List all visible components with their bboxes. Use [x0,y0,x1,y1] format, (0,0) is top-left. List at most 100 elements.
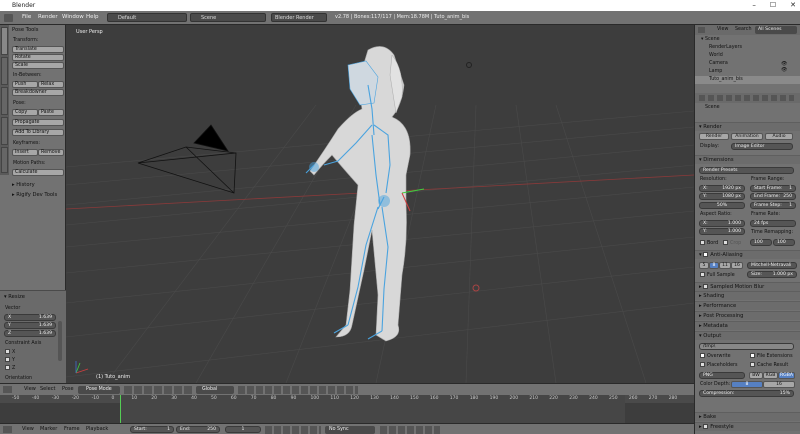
push-button[interactable]: Push [12,81,38,88]
border-checkbox[interactable]: Bord [700,240,718,246]
display-selector[interactable]: Image Editor [731,143,793,150]
end-field[interactable]: End: 250 [176,426,220,433]
editor-type-icon[interactable] [3,386,12,393]
layout-selector[interactable]: Default [107,13,187,22]
aa-filter-selector[interactable]: Mitchell-Netravali [747,262,797,269]
select-menu[interactable]: Select [40,386,55,392]
close-button[interactable]: ✕ [790,0,796,11]
output-path-field[interactable]: /tmp\ [699,343,794,350]
menu-help[interactable]: Help [86,14,99,20]
file-extensions-checkbox[interactable]: File Extensions [750,353,793,359]
playback-controls[interactable] [265,426,321,434]
aa-11-button[interactable]: 11 [719,262,731,269]
render-button[interactable]: Render [699,133,729,140]
view-menu[interactable]: View [24,386,36,392]
timeline-view-menu[interactable]: View [22,426,34,432]
motion-blur-panel-header[interactable]: ▸ Sampled Motion Blur [695,282,800,291]
render-presets-selector[interactable]: Render Presets [699,167,794,174]
start-field[interactable]: Start: 1 [130,426,174,433]
orientation-selector[interactable]: Global [196,386,234,394]
resize-header[interactable]: ▾ Resize [4,294,25,300]
bw-button[interactable]: BW [749,372,763,379]
output-panel-header[interactable]: ▾ Output [695,331,800,340]
shading-panel-header[interactable]: ▸ Shading [695,291,800,300]
outliner-item-scene[interactable]: ▾ Scene [695,36,800,44]
time-remap-new-field[interactable]: 100 [773,239,795,246]
overwrite-checkbox[interactable]: Overwrite [700,353,731,359]
audio-button[interactable]: Audio [765,133,793,140]
add-to-library-button[interactable]: Add To Library [12,129,64,136]
cache-result-checkbox[interactable]: Cache Result [750,362,788,368]
keying-icons[interactable] [380,426,440,434]
scale-button[interactable]: Scale [12,62,64,69]
maximize-button[interactable]: ☐ [770,0,776,11]
timeline[interactable]: -50 -40 -30 -20 -10 0 10 20 30 40 50 60 70 80 90 100 110… [0,395,694,423]
crop-checkbox[interactable]: Crop [723,240,741,246]
pose-menu[interactable]: Pose [62,386,74,392]
current-frame-field[interactable]: 1 [225,426,261,433]
insert-keyframe-button[interactable]: Insert [12,149,38,156]
frame-step-field[interactable]: Frame Step: 1 [750,202,796,209]
pose-tools-header[interactable]: Pose Tools [12,27,38,33]
outliner-item-renderlayers[interactable]: RenderLayers [695,44,800,52]
breakdowner-button[interactable]: Breakdowner [12,89,64,96]
aa-8-button[interactable]: 8 [709,262,719,269]
visibility-eye-icon[interactable]: 👁 👁 [781,61,797,83]
freestyle-panel-header[interactable]: ▸ Freestyle [695,422,800,431]
sync-selector[interactable]: No Sync [325,426,375,434]
metadata-panel-header[interactable]: ▸ Metadata [695,321,800,330]
calculate-button[interactable]: Calculate [12,169,64,176]
depth-16-button[interactable]: 16 [763,381,795,388]
render-panel-header[interactable]: ▾ Render [695,122,800,131]
outliner-item-world[interactable]: World [695,52,800,60]
aspect-y-field[interactable]: Y: 1.000 [699,228,745,235]
anti-aliasing-panel-header[interactable]: ▾ Anti-Aliasing [695,250,800,259]
relax-button[interactable]: Relax [38,81,64,88]
aa-5-button[interactable]: 5 [699,262,709,269]
aa-16-button[interactable]: 16 [731,262,743,269]
post-processing-panel-header[interactable]: ▸ Post Processing [695,311,800,320]
vector-x-field[interactable]: X 1.639 [4,314,56,321]
editor-type-icon[interactable] [3,426,12,433]
resolution-y-field[interactable]: Y: 1080 px [699,193,745,200]
outliner-view-menu[interactable]: View [717,27,728,32]
end-frame-field[interactable]: End Frame: 250 [750,193,796,200]
vector-z-field[interactable]: Z 1.639 [4,330,56,337]
3d-viewport[interactable]: User Persp (1) Tuto_anim [66,25,694,383]
timeline-frame-menu[interactable]: Frame [64,426,80,432]
tab-create[interactable] [1,57,8,85]
aa-size-field[interactable]: Size: 1.000 px [747,271,797,278]
file-format-selector[interactable]: PNG [699,372,745,379]
copy-pose-button[interactable]: Copy [12,109,38,116]
timeline-playback-menu[interactable]: Playback [86,426,108,432]
tab-relations[interactable] [1,87,8,115]
constraint-y[interactable]: Y [5,357,15,363]
scene-selector[interactable]: Scene [190,13,266,22]
shading-and-pivot-icons[interactable] [124,386,194,394]
menu-window[interactable]: Window [62,14,84,20]
frame-rate-selector[interactable]: 24 fps [750,220,796,227]
panel-scrollbar[interactable] [58,321,62,361]
bake-panel-header[interactable]: ▸ Bake [695,412,800,421]
constraint-x[interactable]: X [5,349,15,355]
resolution-x-field[interactable]: X: 1920 px [699,185,745,192]
translate-button[interactable]: Translate [12,46,64,53]
rgb-button[interactable]: RGB [763,372,778,379]
performance-panel-header[interactable]: ▸ Performance [695,301,800,310]
full-sample-checkbox[interactable]: Full Sample [700,272,735,278]
outliner-search-menu[interactable]: Search [735,27,751,32]
placeholders-checkbox[interactable]: Placeholders [700,362,738,368]
display-mode-selector[interactable]: All Scenes [755,26,797,34]
editor-type-icon[interactable] [4,14,13,22]
menu-file[interactable]: File [22,14,31,20]
aspect-x-field[interactable]: X: 1.000 [699,220,745,227]
resolution-percent-field[interactable]: 50% [699,202,745,209]
depth-8-button[interactable]: 8 [731,381,763,388]
time-remap-old-field[interactable]: 100 [750,239,772,246]
context-tab-icons[interactable] [699,95,794,101]
tab-rigify[interactable] [1,147,8,173]
vector-y-field[interactable]: Y 1.639 [4,322,56,329]
remove-keyframe-button[interactable]: Remove [38,149,64,156]
mode-selector[interactable]: Pose Mode [78,386,120,394]
render-engine-selector[interactable]: Blender Render [271,13,327,22]
